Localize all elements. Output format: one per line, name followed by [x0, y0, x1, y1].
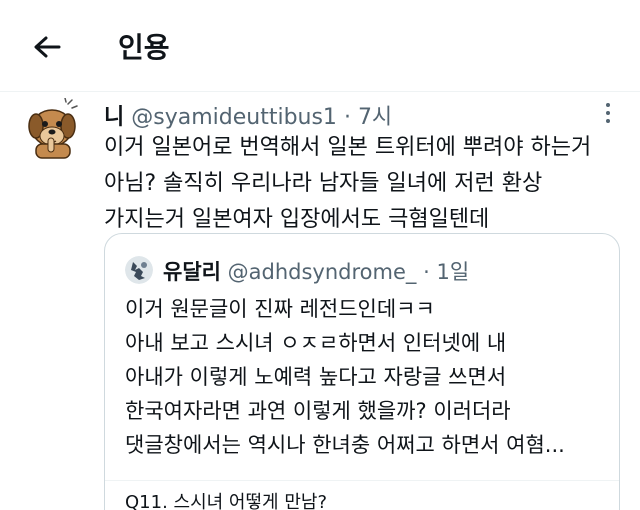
- tweet-header: 니 @syamideuttibus1 · 7시: [104, 99, 392, 131]
- quoted-text-line: 댓글창에서는 역시나 한녀충 어쩌고 하면서 여혐...: [125, 433, 565, 457]
- separator-dot: ·: [343, 105, 351, 130]
- quoted-tweet[interactable]: 유달리 @adhdsyndrome_ · 1일 이거 원문글이 진짜 레전드인데…: [104, 233, 620, 510]
- quoted-text: 이거 원문글이 진짜 레전드인데ㅋㅋ 아내 보고 스시녀 ㅇㅈㄹ하면서 인터넷에…: [125, 292, 605, 462]
- divider: [105, 480, 619, 481]
- tweet[interactable]: 니 @syamideuttibus1 · 7시 이거 일본어로 번역해서 일본 …: [0, 92, 640, 510]
- arrow-left-icon: [34, 36, 61, 58]
- tweet-text-line: 아님? 솔직히 우리나라 남자들 일녀에 저런 환상: [104, 171, 543, 196]
- quoted-timestamp[interactable]: 1일: [436, 260, 469, 284]
- author-handle[interactable]: @syamideuttibus1: [131, 105, 337, 130]
- more-button[interactable]: [596, 98, 620, 128]
- top-bar: 인용: [0, 0, 640, 92]
- quoted-header: 유달리 @adhdsyndrome_ · 1일: [163, 256, 469, 286]
- author-name[interactable]: 니: [104, 105, 124, 130]
- tweet-text: 이거 일본어로 번역해서 일본 트위터에 뿌려야 하는거 아님? 솔직히 우리나…: [104, 130, 624, 238]
- quoted-avatar[interactable]: [125, 256, 153, 284]
- timestamp[interactable]: 7시: [358, 105, 392, 130]
- quoted-author-handle[interactable]: @adhdsyndrome_: [228, 260, 417, 284]
- quoted-poll-preview[interactable]: Q11. 스시녀 어떻게 만남?: [125, 488, 327, 510]
- quoted-text-line: 이거 원문글이 진짜 레전드인데ㅋㅋ: [125, 297, 435, 321]
- quoted-text-line: 한국여자라면 과연 이렇게 했을까? 이러더라: [125, 399, 511, 423]
- quoted-text-line: 아내가 이렇게 노예력 높다고 자랑글 쓰면서: [125, 365, 507, 389]
- quoted-text-line: 아내 보고 스시녀 ㅇㅈㄹ하면서 인터넷에 내: [125, 331, 507, 355]
- back-button[interactable]: [30, 30, 64, 64]
- page-title: 인용: [118, 31, 170, 64]
- tweet-text-line: 이거 일본어로 번역해서 일본 트위터에 뿌려야 하는거: [104, 135, 592, 160]
- quoted-author-name[interactable]: 유달리: [163, 260, 221, 284]
- more-vertical-icon: [606, 103, 610, 107]
- separator-dot: ·: [423, 260, 430, 284]
- avatar[interactable]: [22, 97, 84, 160]
